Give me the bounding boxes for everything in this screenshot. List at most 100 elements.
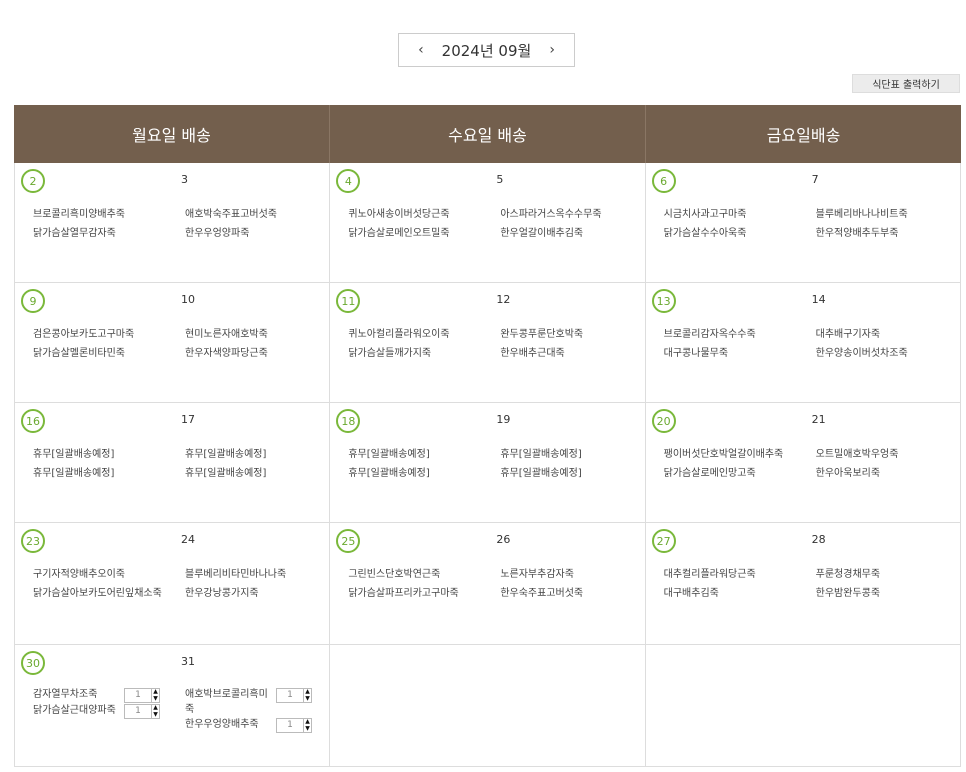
- menu-list: 퀴노아새송이버섯당근죽 닭가슴살로메인오트밀죽: [348, 205, 488, 243]
- quantity-stepper[interactable]: 1 ▲ ▼: [276, 718, 312, 733]
- menu-item: 한우우엉양배추죽: [185, 719, 259, 730]
- day-number: 9: [21, 289, 45, 313]
- day-number: 23: [21, 529, 45, 553]
- day-number: 18: [336, 409, 361, 433]
- day-number: 17: [181, 413, 195, 426]
- quantity-value[interactable]: 1: [125, 702, 151, 721]
- menu-list: 그린빈스단호박연근죽 닭가슴살파프리카고구마죽: [348, 565, 488, 603]
- menu-list: 퀴노아컬리플라워오이죽 닭가슴살들깨가지죽: [348, 325, 488, 363]
- menu-item: 한우강낭콩가지죽: [185, 588, 259, 599]
- quantity-stepper[interactable]: 1 ▲ ▼: [124, 688, 160, 703]
- day-number: 10: [181, 293, 195, 306]
- menu-item: 한우밤완두콩죽: [815, 588, 881, 599]
- menu-item: 닭가슴살근대양파죽: [33, 705, 116, 716]
- menu-item: 대추컬리플라워당근죽: [663, 569, 756, 580]
- menu-item: 휴무[일괄배송예정]: [348, 468, 430, 479]
- menu-list: 블루베리비타민바나나죽 한우강낭콩가지죽: [185, 565, 325, 603]
- quantity-value[interactable]: 1: [277, 686, 303, 705]
- day-cell: 30 31 감자열무차조죽 1 ▲ ▼ 닭가슴살근대양파죽 1 ▲ ▼ 애호박브…: [14, 645, 329, 766]
- menu-item: 오트밀애호박우엉죽: [815, 449, 899, 460]
- decrement-icon[interactable]: ▼: [152, 695, 159, 703]
- day-cell: 20 21 팽이버섯단호박얼갈이배추죽 닭가슴살로메인망고죽 오트밀애호박우엉죽 한우아욱…: [644, 403, 961, 522]
- prev-month-button[interactable]: ‹: [418, 43, 424, 57]
- menu-item: 한우자색양파당근죽: [185, 348, 268, 359]
- menu-item: 시금치사과고구마죽: [663, 209, 747, 220]
- menu-list: 감자열무차조죽 1 ▲ ▼ 닭가슴살근대양파죽 1 ▲ ▼: [33, 687, 173, 719]
- day-cell: 4 5 퀴노아새송이버섯당근죽 닭가슴살로메인오트밀죽 아스파라거스옥수수무죽 한우얼갈이…: [329, 163, 644, 282]
- menu-item: 휴무[일괄배송예정]: [500, 468, 582, 479]
- menu-item: 한우얼갈이배추김죽: [500, 228, 584, 239]
- menu-item: 한우숙주표고버섯죽: [500, 588, 584, 599]
- menu-list: 구기자적양배추오이죽닭가슴살아보카도어린잎채소죽: [33, 565, 173, 603]
- quantity-value[interactable]: 1: [277, 716, 303, 735]
- menu-item: 휴무[일괄배송예정]: [500, 449, 582, 460]
- day-number: 7: [811, 173, 819, 186]
- day-cell: 23 24 구기자적양배추오이죽 닭가슴살아보카도어린잎채소죽 블루베리비타민바나나죽 한…: [14, 523, 329, 644]
- day-cell: 13 14 브로콜리감자옥수수죽 대구콩나물무죽 대추배구기자죽 한우양송이버섯차조죽: [644, 283, 961, 402]
- menu-item: 감자열무차조죽: [33, 689, 98, 700]
- day-cell: 25 26 그린빈스단호박연근죽 닭가슴살파프리카고구마죽 노른자부추감자죽 한우숙주표고…: [329, 523, 644, 644]
- header-monday: 월요일 배송: [14, 105, 330, 163]
- menu-list: 휴무[일괄배송예정] 휴무[일괄배송예정]: [33, 445, 173, 483]
- menu-list: 검은콩아보카도고구마죽 닭가슴살멜론비타민죽: [33, 325, 173, 363]
- menu-item: 대추배구기자죽: [815, 329, 881, 340]
- month-navigator: ‹ 2024년 09월 ›: [398, 33, 575, 67]
- day-number: 3: [181, 173, 188, 186]
- day-number: 21: [811, 413, 826, 426]
- menu-item: 휴무[일괄배송예정]: [185, 468, 267, 479]
- decrement-icon[interactable]: ▼: [304, 695, 311, 703]
- order-item: 닭가슴살근대양파죽 1 ▲ ▼: [33, 703, 160, 719]
- menu-item: 닭가슴살아보카도어린잎채소죽: [33, 588, 162, 599]
- menu-list: 애호박숙주표고버섯죽 한우우엉양파죽: [185, 205, 325, 243]
- day-cell: 18 19 휴무[일괄배송예정] 휴무[일괄배송예정] 휴무[일괄배송예정] 휴무[일괄배…: [329, 403, 644, 522]
- day-number: 28: [811, 533, 826, 546]
- day-number: 31: [181, 655, 195, 668]
- week-row: 9 10 검은콩아보카도고구마죽 닭가슴살멜론비타민죽 현미노른자애호박죽한우자색양파당…: [14, 283, 961, 403]
- quantity-stepper[interactable]: 1 ▲ ▼: [276, 688, 312, 703]
- day-cell: 2 3 브로콜리흑미양배추죽 닭가슴살열무감자죽 애호박숙주표고버섯죽 한우우엉양파죽: [14, 163, 329, 282]
- order-item: 감자열무차조죽 1 ▲ ▼: [33, 687, 160, 703]
- header-wednesday: 수요일 배송: [330, 105, 646, 163]
- menu-list: 현미노른자애호박죽한우자색양파당근죽: [185, 325, 325, 363]
- day-number: 14: [811, 293, 826, 306]
- next-month-button[interactable]: ›: [549, 43, 555, 57]
- menu-list: 휴무[일괄배송예정] 휴무[일괄배송예정]: [348, 445, 488, 483]
- menu-item: 구기자적양배추오이죽: [33, 569, 125, 580]
- decrement-icon[interactable]: ▼: [304, 725, 311, 733]
- menu-list: 브로콜리흑미양배추죽 닭가슴살열무감자죽: [33, 205, 173, 243]
- empty-cell: [329, 645, 644, 766]
- menu-item: 닭가슴살멜론비타민죽: [33, 348, 125, 359]
- decrement-icon[interactable]: ▼: [152, 711, 159, 719]
- menu-item: 푸룬청경채무죽: [815, 569, 881, 580]
- header-friday: 금요일배송: [766, 126, 841, 145]
- menu-item: 휴무[일괄배송예정]: [33, 468, 115, 479]
- menu-list: 시금치사과고구마죽 닭가슴살수수아욱죽: [664, 205, 804, 243]
- week-row: 30 31 감자열무차조죽 1 ▲ ▼ 닭가슴살근대양파죽 1 ▲ ▼ 애호박브…: [14, 645, 961, 767]
- menu-list: 블루베리바나나비트죽 한우적양배추두부죽: [816, 205, 956, 243]
- current-month: 2024년 09월: [441, 41, 532, 60]
- menu-item: 한우양송이버섯차조죽: [815, 348, 908, 359]
- menu-list: 아스파라거스옥수수무죽 한우얼갈이배추김죽: [500, 205, 640, 243]
- menu-item: 닭가슴살로메인오트밀죽: [348, 228, 450, 239]
- week-row: 23 24 구기자적양배추오이죽 닭가슴살아보카도어린잎채소죽 블루베리비타민바나나죽 한…: [14, 523, 961, 645]
- menu-list: 완두콩푸룬단호박죽 한우배추근대죽: [500, 325, 640, 363]
- week-row: 2 3 브로콜리흑미양배추죽 닭가슴살열무감자죽 애호박숙주표고버섯죽 한우우엉양파죽 4 5…: [14, 163, 961, 283]
- menu-item: 닭가슴살열무감자죽: [33, 228, 116, 239]
- menu-item: 현미노른자애호박죽: [185, 329, 268, 340]
- menu-item: 한우우엉양파죽: [185, 228, 250, 239]
- menu-item: 팽이버섯단호박얼갈이배추죽: [663, 449, 784, 460]
- menu-item: 퀴노아컬리플라워오이죽: [348, 329, 450, 340]
- menu-list: 휴무[일괄배송예정] 휴무[일괄배송예정]: [500, 445, 640, 483]
- menu-item: 노른자부추감자죽: [500, 569, 574, 580]
- day-cell: 27 28 대추컬리플라워당근죽 대구배추김죽 푸룬청경채무죽 한우밤완두콩죽: [644, 523, 961, 644]
- empty-cell: [644, 645, 961, 766]
- day-number: 26: [496, 533, 511, 546]
- quantity-stepper[interactable]: 1 ▲ ▼: [124, 704, 160, 719]
- print-menu-button[interactable]: 식단표 출력하기: [852, 74, 960, 93]
- menu-list: 애호박브로콜리흑미죽 1 ▲ ▼ 한우우엉양배추죽 1 ▲ ▼: [185, 687, 325, 733]
- menu-item: 완두콩푸룬단호박죽: [500, 329, 584, 340]
- week-row: 16 17 휴무[일괄배송예정] 휴무[일괄배송예정] 휴무[일괄배송예정] 휴무[일괄배…: [14, 403, 961, 523]
- order-item: 한우우엉양배추죽 1 ▲ ▼: [185, 717, 312, 733]
- day-cell: 9 10 검은콩아보카도고구마죽 닭가슴살멜론비타민죽 현미노른자애호박죽한우자색양파당…: [14, 283, 329, 402]
- menu-item: 닭가슴살로메인망고죽: [663, 468, 756, 479]
